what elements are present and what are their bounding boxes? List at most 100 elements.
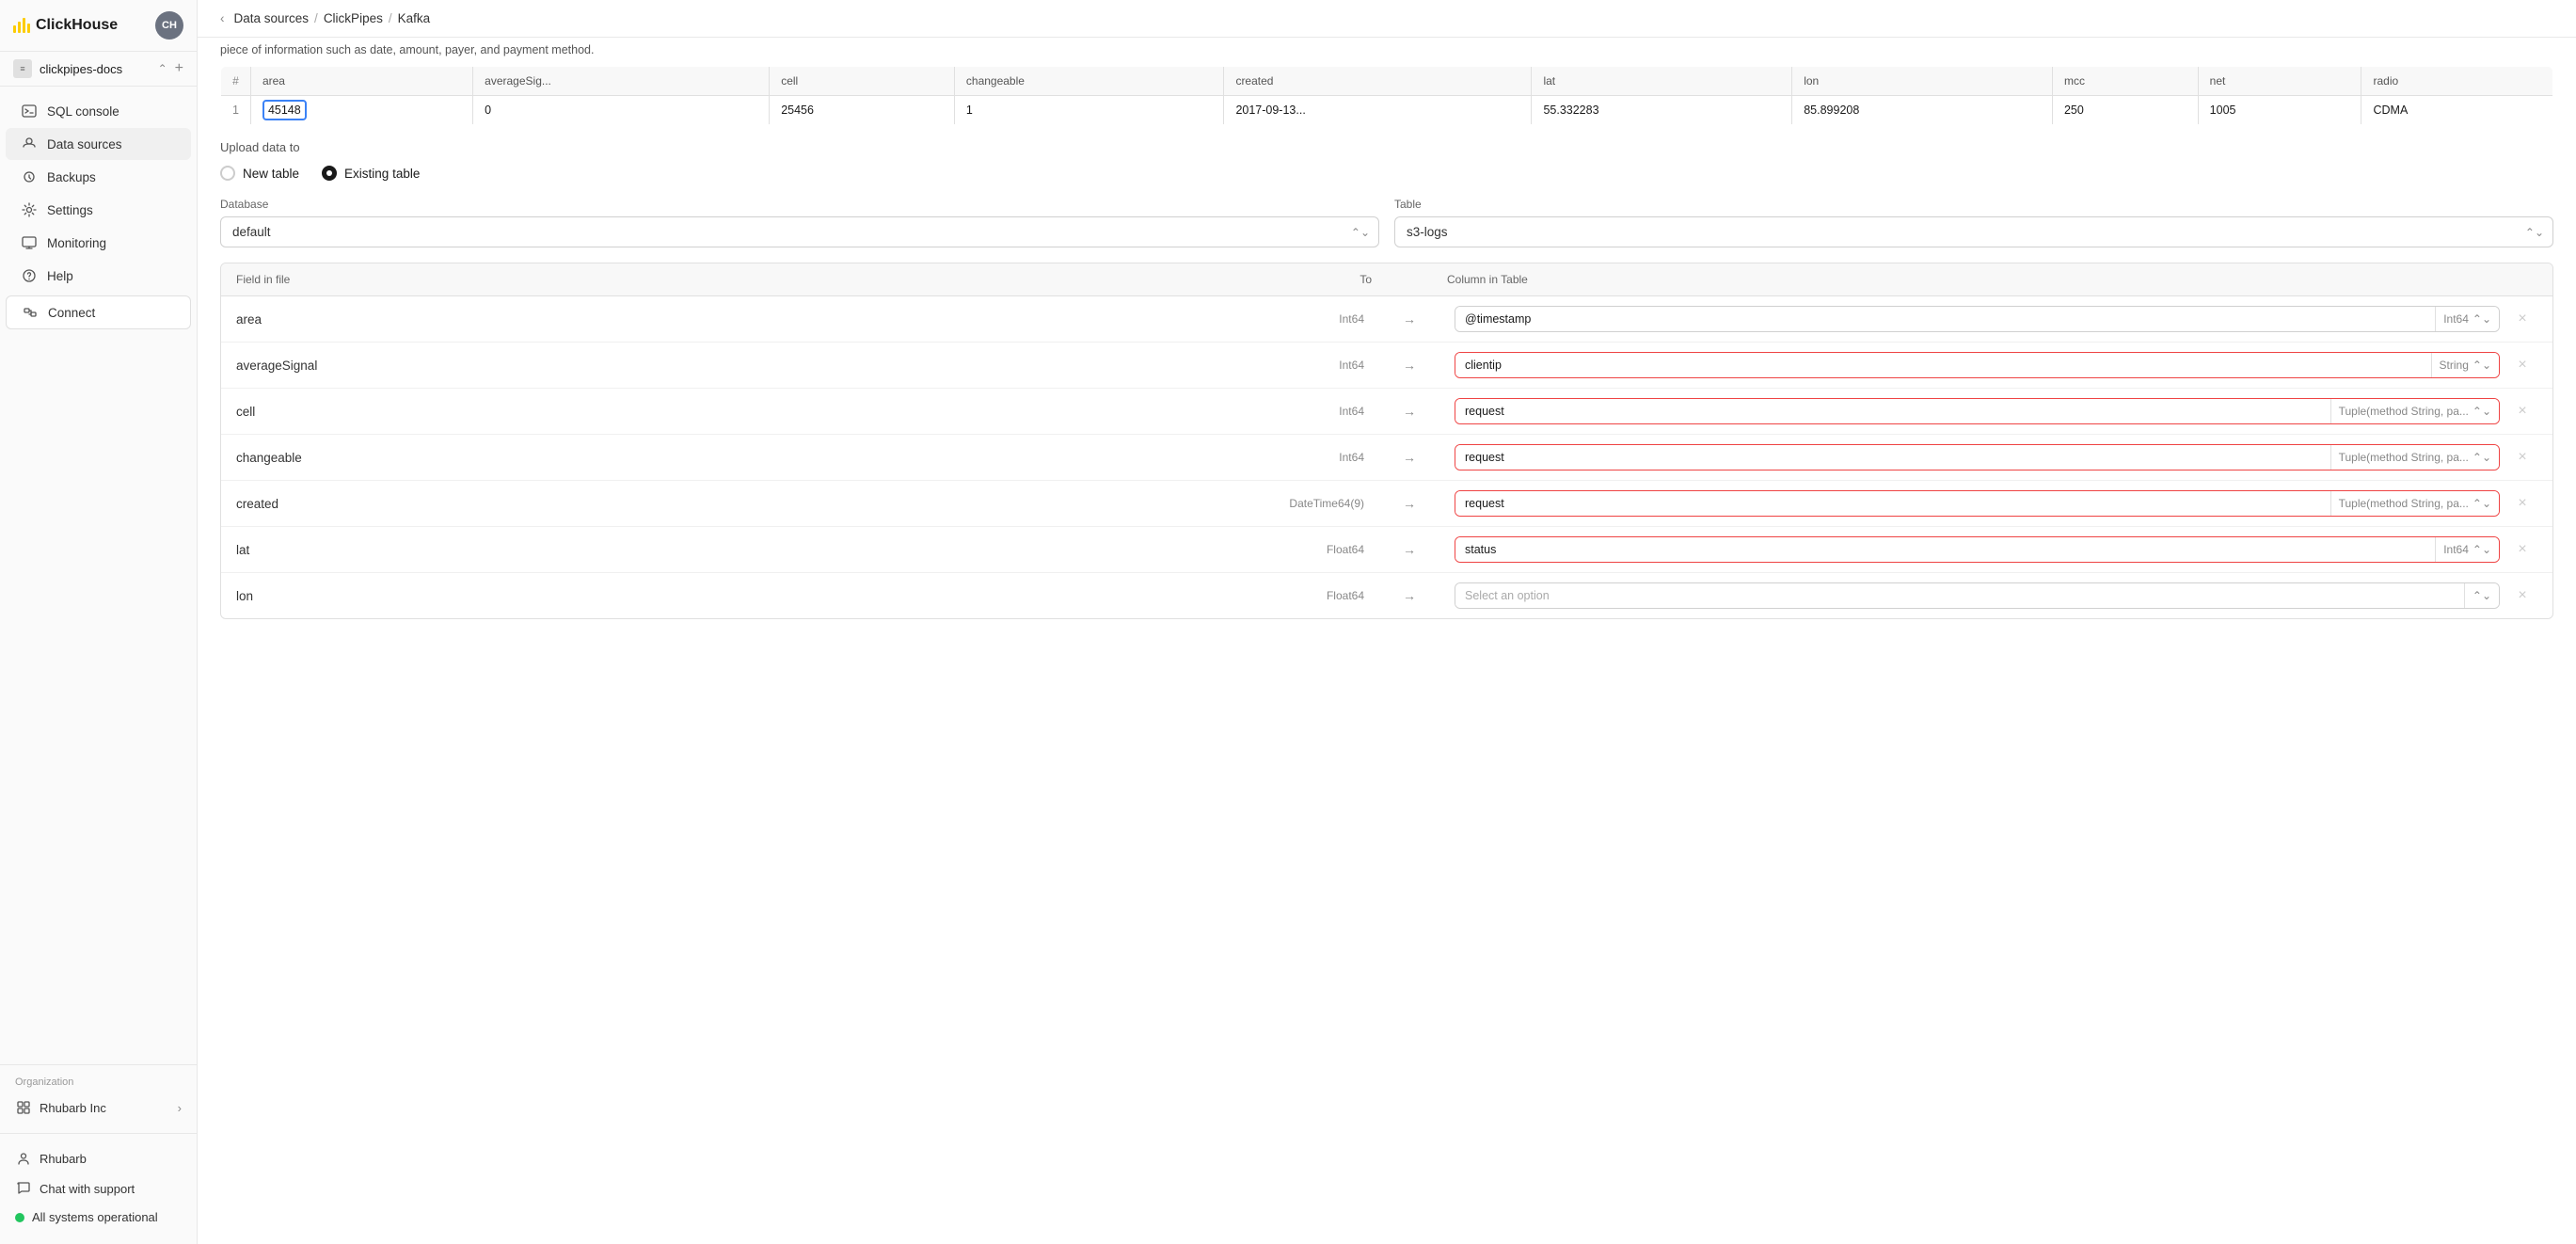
chat-support-item[interactable]: Chat with support — [15, 1173, 182, 1204]
col-header-area: area — [250, 67, 472, 96]
type-chevron-icon: ⌃⌄ — [2473, 543, 2491, 556]
sidebar-header: ClickHouse CH — [0, 0, 197, 52]
main: ‹ Data sources / ClickPipes / Kafka piec… — [198, 0, 2576, 1244]
field-type-averagesignal: Int64 — [1289, 359, 1364, 372]
table-select[interactable]: s3-logs — [1394, 216, 2553, 247]
upload-section: Upload data to New table Existing table … — [198, 140, 2576, 247]
workspace-name: clickpipes-docs — [40, 62, 151, 76]
sidebar-item-label: Data sources — [47, 137, 122, 152]
org-label: Organization — [15, 1077, 182, 1088]
breadcrumb: ‹ Data sources / ClickPipes / Kafka — [198, 0, 2576, 38]
col-header-cell: cell — [770, 67, 955, 96]
org-icon — [15, 1099, 32, 1116]
sidebar-item-backups[interactable]: Backups — [6, 161, 191, 193]
mapping-row-created: created DateTime64(9) → request Tuple(me… — [221, 481, 2552, 527]
field-name-lon: lon — [236, 589, 1281, 603]
selects-row: Database default ⌃⌄ Table s3-logs ⌃ — [220, 198, 2553, 247]
type-chevron-icon: ⌃⌄ — [2473, 312, 2491, 326]
org-item[interactable]: Rhubarb Inc › — [15, 1093, 182, 1122]
field-name-changeable: changeable — [236, 451, 1281, 465]
col-header-net: net — [2198, 67, 2361, 96]
remove-lat-button[interactable]: × — [2507, 541, 2537, 558]
status-dot-icon — [15, 1213, 24, 1222]
sidebar-item-data-sources[interactable]: Data sources — [6, 128, 191, 160]
org-chevron-icon: › — [178, 1101, 182, 1115]
col-select-lon[interactable]: Select an option ⌃⌄ — [1455, 582, 2500, 609]
breadcrumb-sep-1: / — [314, 11, 318, 25]
col-header-mcc: mcc — [2052, 67, 2198, 96]
table-group: Table s3-logs ⌃⌄ — [1394, 198, 2553, 247]
radio-new-table[interactable]: New table — [220, 166, 299, 181]
sidebar-item-label: SQL console — [47, 104, 119, 119]
remove-averagesignal-button[interactable]: × — [2507, 357, 2537, 374]
arrow-icon: → — [1372, 542, 1447, 557]
sidebar-item-help[interactable]: Help — [6, 260, 191, 292]
nav-section: SQL console Data sources Backups Setting… — [0, 87, 197, 1064]
user-icon — [15, 1150, 32, 1167]
data-preview-table: # area averageSig... cell changeable cre… — [220, 66, 2553, 125]
radio-existing-label: Existing table — [344, 167, 420, 181]
sidebar-item-monitoring[interactable]: Monitoring — [6, 227, 191, 259]
col-header-lon: lon — [1792, 67, 2053, 96]
mapping-header: Field in file To Column in Table — [221, 263, 2552, 296]
col-header-lat: lat — [1532, 67, 1792, 96]
mapping-row-changeable: changeable Int64 → request Tuple(method … — [221, 435, 2552, 481]
col-select-lat[interactable]: status Int64 ⌃⌄ — [1455, 536, 2500, 563]
radio-existing-icon — [322, 166, 337, 181]
cell-lat: 55.332283 — [1532, 96, 1792, 125]
app-title: ClickHouse — [36, 17, 118, 34]
cell-cell: 25456 — [770, 96, 955, 125]
sidebar: ClickHouse CH ≡ clickpipes-docs ⌃ + SQL … — [0, 0, 198, 1244]
mapping-row-area: area Int64 → @timestamp Int64 ⌃⌄ × — [221, 296, 2552, 343]
user-item[interactable]: Rhubarb — [15, 1143, 182, 1173]
connect-label: Connect — [48, 306, 95, 320]
col-select-area[interactable]: @timestamp Int64 ⌃⌄ — [1455, 306, 2500, 332]
database-select[interactable]: default — [220, 216, 1379, 247]
radio-new-icon — [220, 166, 235, 181]
sidebar-item-connect[interactable]: Connect — [6, 295, 191, 329]
logo: ClickHouse — [13, 17, 118, 34]
sidebar-item-sql-console[interactable]: SQL console — [6, 95, 191, 127]
arrow-icon: → — [1372, 450, 1447, 465]
col-column-header: Column in Table — [1447, 273, 2507, 286]
remove-changeable-button[interactable]: × — [2507, 449, 2537, 466]
remove-lon-button[interactable]: × — [2507, 587, 2537, 604]
col-header-num: # — [221, 67, 251, 96]
workspace-chevron-icon: ⌃ — [158, 62, 167, 75]
col-select-created[interactable]: request Tuple(method String, pa... ⌃⌄ — [1455, 490, 2500, 517]
logo-icon — [13, 18, 30, 33]
col-select-changeable[interactable]: request Tuple(method String, pa... ⌃⌄ — [1455, 444, 2500, 470]
breadcrumb-sep-2: / — [389, 11, 392, 25]
bottom-section: Rhubarb Chat with support All systems op… — [0, 1133, 197, 1244]
field-mapping-section: Field in file To Column in Table area In… — [220, 263, 2553, 619]
workspace-row[interactable]: ≡ clickpipes-docs ⌃ + — [0, 52, 197, 87]
type-chevron-icon: ⌃⌄ — [2473, 589, 2491, 602]
cell-area[interactable]: 45148 — [250, 96, 472, 125]
type-chevron-icon: ⌃⌄ — [2473, 497, 2491, 510]
chat-support-label: Chat with support — [40, 1182, 135, 1196]
user-name: Rhubarb — [40, 1152, 87, 1166]
org-name: Rhubarb Inc — [40, 1101, 106, 1115]
radio-group: New table Existing table — [220, 166, 2553, 181]
col-select-averagesignal[interactable]: clientip String ⌃⌄ — [1455, 352, 2500, 378]
col-select-cell[interactable]: request Tuple(method String, pa... ⌃⌄ — [1455, 398, 2500, 424]
arrow-icon: → — [1372, 588, 1447, 603]
add-workspace-button[interactable]: + — [175, 60, 183, 77]
breadcrumb-clickpipes[interactable]: ClickPipes — [324, 11, 383, 25]
org-section: Organization Rhubarb Inc › — [0, 1064, 197, 1133]
breadcrumb-back-button[interactable]: ‹ — [220, 11, 225, 25]
col-field-header: Field in file — [236, 273, 1296, 286]
breadcrumb-data-sources[interactable]: Data sources — [234, 11, 310, 25]
remove-cell-button[interactable]: × — [2507, 403, 2537, 420]
cell-row-num: 1 — [221, 96, 251, 125]
chat-icon — [15, 1180, 32, 1197]
database-select-wrapper: default ⌃⌄ — [220, 216, 1379, 247]
remove-area-button[interactable]: × — [2507, 311, 2537, 327]
backup-icon — [21, 168, 38, 185]
datasource-icon — [21, 136, 38, 152]
field-name-lat: lat — [236, 543, 1281, 557]
radio-existing-table[interactable]: Existing table — [322, 166, 420, 181]
sidebar-item-settings[interactable]: Settings — [6, 194, 191, 226]
mapping-row-lat: lat Float64 → status Int64 ⌃⌄ × — [221, 527, 2552, 573]
remove-created-button[interactable]: × — [2507, 495, 2537, 512]
